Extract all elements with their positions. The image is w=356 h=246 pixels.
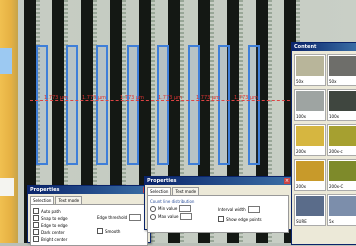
show-edge-label: Show edge points [226,216,262,222]
selection-box[interactable] [248,45,260,165]
option-label: Edge to edge [41,222,68,228]
thumbnail[interactable]: 100x [294,89,326,121]
threshold-label: Edge threshold [97,215,128,220]
thumbnail-caption: 100x [296,114,307,119]
max-input[interactable] [180,213,193,220]
thumbnail-image [329,161,356,181]
option-label: Snap to edge [41,215,68,221]
thumbnail[interactable]: 200x-c [327,124,356,156]
thumbnail-image [296,196,324,216]
thumbnail[interactable]: 200x [294,159,326,191]
dialog-title[interactable]: Properties [145,177,291,185]
checkbox[interactable] [33,236,39,242]
thumbnail-image [296,56,324,76]
checkbox[interactable] [33,208,39,214]
option-label: Bright center [41,236,68,242]
thumbnail-caption: 200x [296,149,307,154]
group-label: Count line distribution [150,199,195,204]
show-edge-checkbox[interactable] [218,216,224,222]
thumbnail-image [329,91,356,111]
thumbnail-caption: 100x [329,114,340,119]
thumbnail-caption: 5x [329,219,334,224]
option-label: Min value [158,206,178,211]
thumbnail-image [296,126,324,146]
interval-label: Interval width [218,207,246,212]
thumbnail-image [329,56,356,76]
thumbnail-caption: SURE [296,219,307,224]
option-label: Dark center [41,229,65,235]
checkbox[interactable] [33,229,39,235]
radio-min[interactable] [150,205,156,212]
smooth-label: Smooth [105,228,121,234]
thumbnail-image [329,196,356,216]
thumbnail-caption: 50x [296,79,304,84]
image-edge-white [0,178,14,196]
interval-input[interactable] [247,206,260,213]
measurement-label: 1.773 µm [234,95,258,101]
selection-box[interactable] [36,45,48,165]
thumbnail-image [296,91,324,111]
thumbnail[interactable]: 50x [294,54,326,86]
selection-box[interactable] [66,45,78,165]
selection-box[interactable] [157,45,169,165]
close-icon[interactable]: × [284,178,290,184]
tab-text-mode[interactable]: Text mode [172,187,200,195]
threshold-input[interactable] [129,214,142,221]
thumbnail-caption: 50x [329,79,337,84]
thumbnail-caption: 200x [296,184,307,189]
image-edge-strip [0,0,18,243]
content-panel[interactable]: Content 50x 50x 100x 100x 200x 200x-c 20… [291,42,356,245]
thumbnail-image [329,126,356,146]
radio-max[interactable] [150,213,156,220]
measurement-label: 1.773 µm [120,95,144,101]
thumbnail-image [296,161,324,181]
thumbnail[interactable]: 200x [294,124,326,156]
properties-dialog-front[interactable]: Properties × Selection Text mode Count l… [144,176,292,233]
thumbnail[interactable]: SURE [294,194,326,226]
min-input[interactable] [179,205,192,212]
tab-selection[interactable]: Selection [30,196,55,204]
thumbnail-caption: 200x-C [329,184,344,189]
thumbnail-caption: 200x-c [329,149,343,154]
option-label: Max value [158,214,179,219]
option-label: Auto path [41,208,61,214]
checkbox[interactable] [33,222,39,228]
dialog-panel: Count line distribution Min value Max va… [147,195,289,233]
tab-selection[interactable]: Selection [147,187,172,195]
thumbnail-grid: 50x 50x 100x 100x 200x 200x-c 200x 200x-… [292,51,356,229]
selection-box[interactable] [188,45,200,165]
selection-box[interactable] [218,45,230,165]
smooth-checkbox[interactable] [97,228,103,234]
dialog-title[interactable]: Properties [28,186,150,194]
thumbnail[interactable]: 5x [327,194,356,226]
measurement-label: 1.773 µm [44,95,68,101]
selection-box[interactable] [96,45,108,165]
dialog-panel: Auto path Snap to edge Edge to edge Dark… [30,204,148,246]
selection-box[interactable] [127,45,139,165]
properties-dialog-back[interactable]: Properties × Selection Text mode Auto pa… [27,185,151,246]
checkbox[interactable] [33,215,39,221]
measurement-label: 1.773 µm [196,95,220,101]
thumbnail[interactable]: 200x-C [327,159,356,191]
measurement-label: 1.773 µm [158,95,182,101]
content-title: Content [292,43,356,51]
tab-text-mode[interactable]: Text mode [55,196,83,204]
measurement-label: 1.773 µm [82,95,106,101]
thumbnail[interactable]: 100x [327,89,356,121]
image-edge-blue [0,48,12,74]
thumbnail[interactable]: 50x [327,54,356,86]
